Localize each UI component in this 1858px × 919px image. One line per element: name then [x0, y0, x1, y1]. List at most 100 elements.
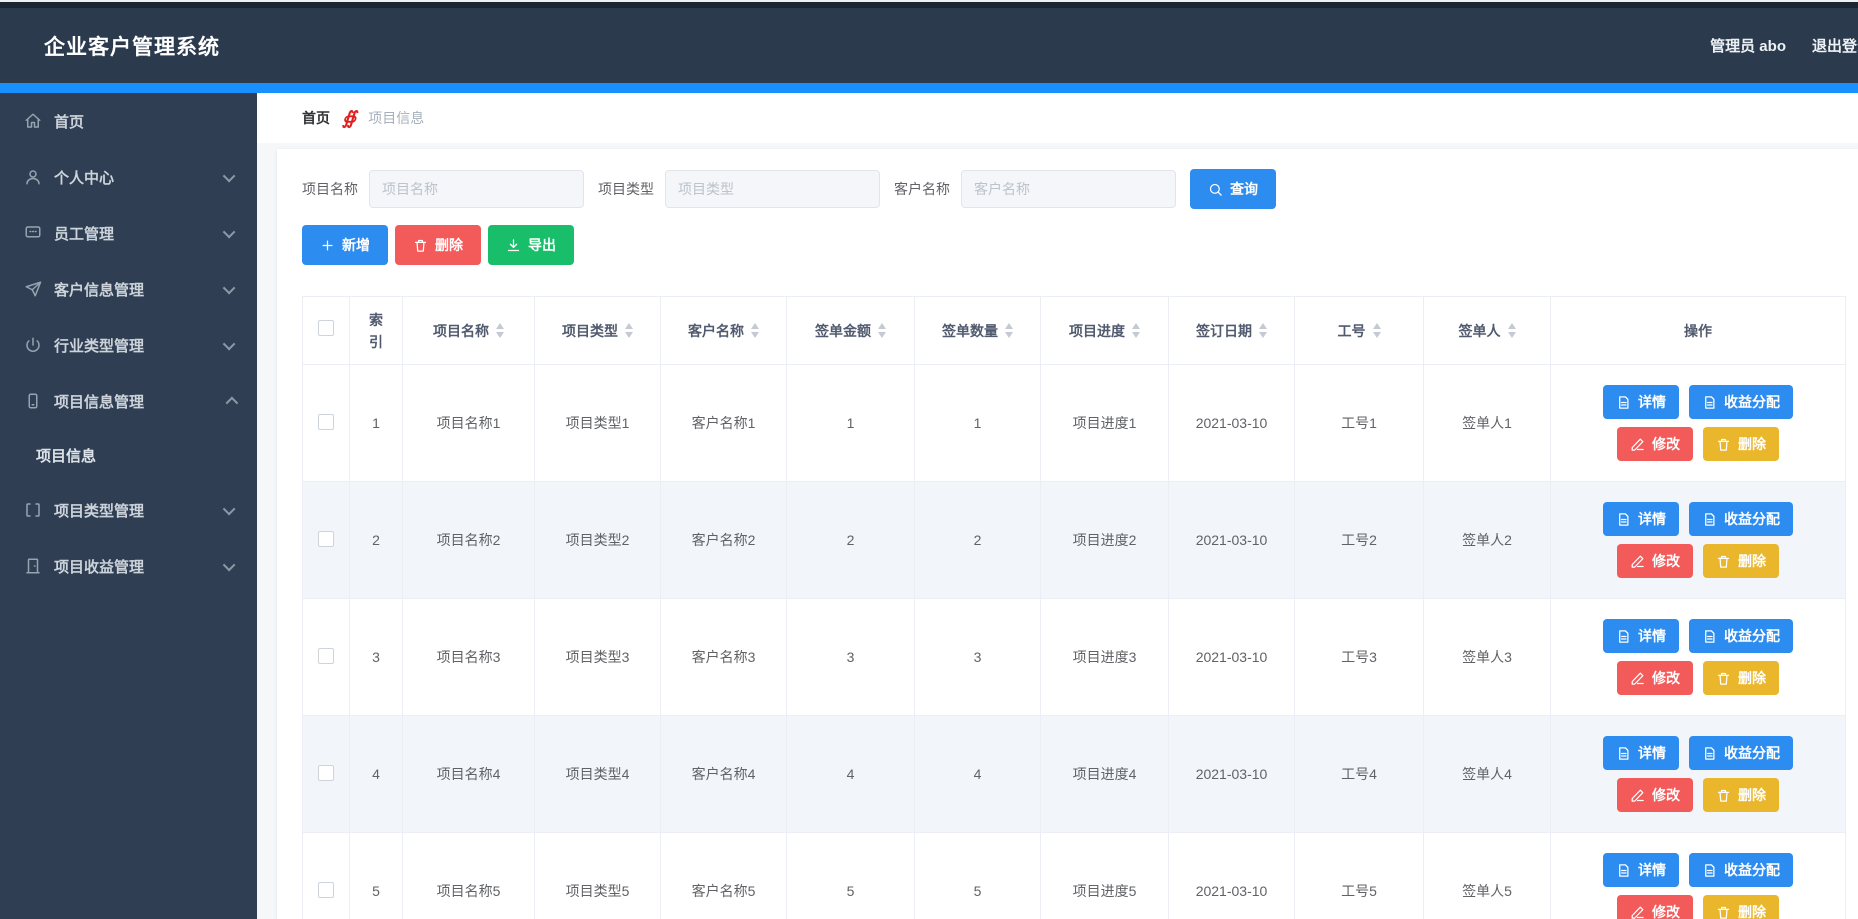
detail-row-button[interactable]: 详情 [1603, 385, 1679, 419]
edit-row-button[interactable]: 修改 [1617, 778, 1693, 812]
profit-share-row-button-label: 收益分配 [1724, 626, 1780, 646]
sidebar-item-project-type-management[interactable]: 项目类型管理 [0, 482, 257, 538]
column-header-amount[interactable]: 签单金额 [787, 297, 915, 365]
detail-row-button[interactable]: 详情 [1603, 853, 1679, 887]
search-button[interactable]: 查询 [1190, 169, 1276, 209]
send-icon [24, 280, 42, 298]
column-header-quantity[interactable]: 签单数量 [915, 297, 1041, 365]
detail-row-button[interactable]: 详情 [1603, 736, 1679, 770]
profit-share-row-button[interactable]: 收益分配 [1689, 619, 1793, 653]
row-checkbox-cell [303, 833, 350, 919]
detail-row-button-label: 详情 [1638, 509, 1666, 529]
profit-share-row-button[interactable]: 收益分配 [1689, 736, 1793, 770]
filter-label-project-name: 项目名称 [302, 179, 358, 199]
delete-button[interactable]: 删除 [395, 225, 481, 265]
search-button-label: 查询 [1230, 179, 1258, 199]
logout-link[interactable]: 退出登录 [1812, 35, 1858, 56]
column-header-label: 签单人 [1459, 320, 1516, 342]
cell-quantity: 2 [915, 482, 1041, 599]
filter-bar: 项目名称项目类型客户名称查询 [302, 169, 1858, 209]
edit-row-button-label: 修改 [1652, 785, 1680, 805]
cell-quantity: 1 [915, 365, 1041, 482]
customer-name-input[interactable] [961, 170, 1176, 208]
cell-amount: 2 [787, 482, 915, 599]
sidebar-item-label: 员工管理 [54, 223, 114, 244]
delete-row-button[interactable]: 删除 [1703, 895, 1779, 919]
edit-row-button-label: 修改 [1652, 551, 1680, 571]
edit-row-button[interactable]: 修改 [1617, 544, 1693, 578]
detail-row-button[interactable]: 详情 [1603, 502, 1679, 536]
sidebar-item-home[interactable]: 首页 [0, 93, 257, 149]
sort-caret[interactable] [751, 323, 759, 338]
detail-row-button-label: 详情 [1638, 626, 1666, 646]
export-button[interactable]: 导出 [488, 225, 574, 265]
sidebar-item-label: 项目类型管理 [54, 500, 144, 521]
cell-date: 2021-03-10 [1169, 716, 1295, 833]
sidebar-item-project-profit-management[interactable]: 项目收益管理 [0, 538, 257, 594]
sidebar-item-employee-management[interactable]: 员工管理 [0, 205, 257, 261]
sort-caret[interactable] [1132, 323, 1140, 338]
profit-share-row-button[interactable]: 收益分配 [1689, 853, 1793, 887]
cell-progress: 项目进度2 [1041, 482, 1169, 599]
row-checkbox[interactable] [318, 531, 334, 547]
project-name-input[interactable] [369, 170, 584, 208]
row-checkbox[interactable] [318, 765, 334, 781]
column-header-label: 签单数量 [942, 320, 1013, 342]
profit-share-row-button[interactable]: 收益分配 [1689, 385, 1793, 419]
chat-icon [24, 224, 42, 242]
delete-row-button[interactable]: 删除 [1703, 778, 1779, 812]
table-row: 3项目名称3项目类型3客户名称333项目进度32021-03-10工号3签单人3… [303, 599, 1846, 716]
column-header-progress[interactable]: 项目进度 [1041, 297, 1169, 365]
sidebar-item-personal-center[interactable]: 个人中心 [0, 149, 257, 205]
sort-caret[interactable] [1373, 323, 1381, 338]
table-row: 5项目名称5项目类型5客户名称555项目进度52021-03-10工号5签单人5… [303, 833, 1846, 919]
column-header-label: 签订日期 [1196, 320, 1267, 342]
sidebar-item-industry-type-management[interactable]: 行业类型管理 [0, 317, 257, 373]
add-button[interactable]: 新增 [302, 225, 388, 265]
column-header-type[interactable]: 项目类型 [535, 297, 661, 365]
admin-user-menu[interactable]: 管理员 abo [1710, 35, 1786, 56]
column-header-signer[interactable]: 签单人 [1424, 297, 1551, 365]
row-checkbox[interactable] [318, 882, 334, 898]
edit-row-button[interactable]: 修改 [1617, 427, 1693, 461]
sidebar-item-label: 行业类型管理 [54, 335, 144, 356]
row-checkbox-cell [303, 716, 350, 833]
sidebar-item-project-info-management[interactable]: 项目信息管理 [0, 373, 257, 429]
delete-row-button[interactable]: 删除 [1703, 661, 1779, 695]
edit-row-button[interactable]: 修改 [1617, 661, 1693, 695]
cell-customer: 客户名称4 [661, 716, 787, 833]
select-all-checkbox[interactable] [318, 320, 334, 336]
detail-row-button[interactable]: 详情 [1603, 619, 1679, 653]
edit-row-button[interactable]: 修改 [1617, 895, 1693, 919]
delete-row-button[interactable]: 删除 [1703, 544, 1779, 578]
row-checkbox[interactable] [318, 414, 334, 430]
cell-type: 项目类型2 [535, 482, 661, 599]
column-header-customer[interactable]: 客户名称 [661, 297, 787, 365]
mobile-icon [24, 392, 42, 410]
column-header-worker[interactable]: 工号 [1295, 297, 1424, 365]
profit-share-row-button-label: 收益分配 [1724, 509, 1780, 529]
filter-group-project-type: 项目类型 [598, 170, 880, 208]
sort-caret[interactable] [1005, 323, 1013, 338]
chevron-down-icon [223, 337, 236, 350]
profit-share-row-button[interactable]: 收益分配 [1689, 502, 1793, 536]
edit-row-button-label: 修改 [1652, 434, 1680, 454]
column-header-name[interactable]: 项目名称 [403, 297, 535, 365]
column-header-label: 签单金额 [815, 320, 886, 342]
sort-caret[interactable] [496, 323, 504, 338]
sidebar-item-customer-info-management[interactable]: 客户信息管理 [0, 261, 257, 317]
delete-row-button[interactable]: 删除 [1703, 427, 1779, 461]
column-header-label: 工号 [1338, 320, 1381, 342]
breadcrumb-home-link[interactable]: 首页 [302, 108, 330, 128]
sort-caret[interactable] [878, 323, 886, 338]
sort-caret[interactable] [1508, 323, 1516, 338]
sort-caret[interactable] [625, 323, 633, 338]
sidebar-item-label: 项目信息管理 [54, 391, 144, 412]
project-type-input[interactable] [665, 170, 880, 208]
row-checkbox[interactable] [318, 648, 334, 664]
sort-caret[interactable] [1259, 323, 1267, 338]
sidebar-item-project-info[interactable]: 项目信息 [0, 429, 257, 482]
accent-strip [0, 83, 1858, 93]
column-header-date[interactable]: 签订日期 [1169, 297, 1295, 365]
trash-icon [413, 238, 428, 253]
